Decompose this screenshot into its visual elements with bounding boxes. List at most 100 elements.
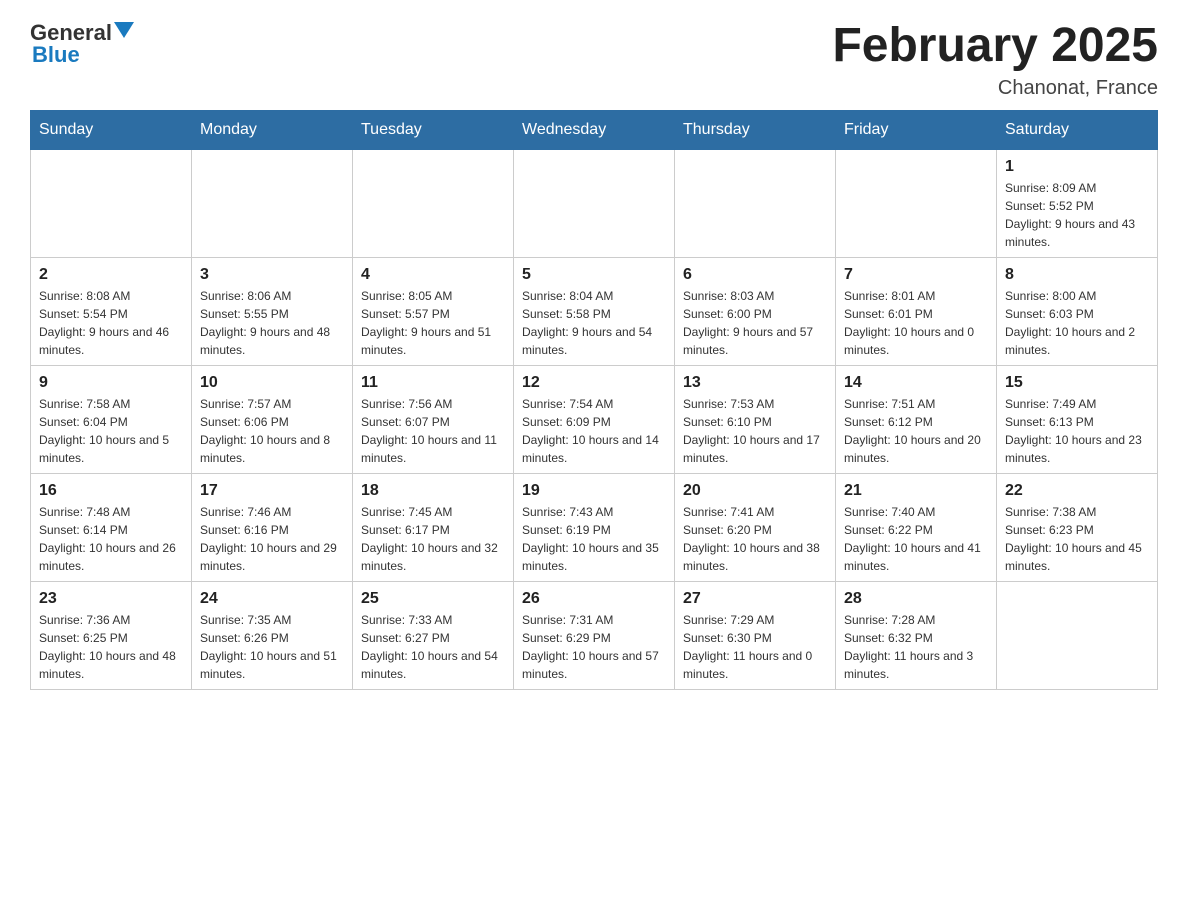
header-day-saturday: Saturday <box>997 110 1158 149</box>
header-day-sunday: Sunday <box>31 110 192 149</box>
calendar-cell: 22 Sunrise: 7:38 AMSunset: 6:23 PMDayligh… <box>997 473 1158 581</box>
header-day-thursday: Thursday <box>675 110 836 149</box>
day-info: Sunrise: 7:51 AMSunset: 6:12 PMDaylight:… <box>844 395 988 467</box>
day-number: 14 <box>844 374 988 392</box>
day-info: Sunrise: 7:58 AMSunset: 6:04 PMDaylight:… <box>39 395 183 467</box>
day-number: 17 <box>200 482 344 500</box>
day-info: Sunrise: 8:09 AMSunset: 5:52 PMDaylight:… <box>1005 179 1149 251</box>
day-info: Sunrise: 8:06 AMSunset: 5:55 PMDaylight:… <box>200 287 344 359</box>
calendar-cell <box>836 149 997 257</box>
day-info: Sunrise: 8:08 AMSunset: 5:54 PMDaylight:… <box>39 287 183 359</box>
calendar-cell: 18Sunrise: 7:45 AMSunset: 6:17 PMDayligh… <box>353 473 514 581</box>
calendar-cell: 26 Sunrise: 7:31 AMSunset: 6:29 PMDayligh… <box>514 581 675 689</box>
day-number: 15 <box>1005 374 1149 392</box>
calendar-cell: 27Sunrise: 7:29 AMSunset: 6:30 PMDayligh… <box>675 581 836 689</box>
calendar-week-row: 23 Sunrise: 7:36 AMSunset: 6:25 PMDayligh… <box>31 581 1158 689</box>
calendar-cell: 2 Sunrise: 8:08 AMSunset: 5:54 PMDaylight… <box>31 257 192 365</box>
calendar-cell <box>514 149 675 257</box>
day-number: 8 <box>1005 266 1149 284</box>
day-info: Sunrise: 7:33 AMSunset: 6:27 PMDaylight:… <box>361 611 505 683</box>
day-info: Sunrise: 7:53 AMSunset: 6:10 PMDaylight:… <box>683 395 827 467</box>
day-number: 16 <box>39 482 183 500</box>
calendar-cell: 14 Sunrise: 7:51 AMSunset: 6:12 PMDayligh… <box>836 365 997 473</box>
day-number: 4 <box>361 266 505 284</box>
day-number: 9 <box>39 374 183 392</box>
calendar-cell: 21 Sunrise: 7:40 AMSunset: 6:22 PMDayligh… <box>836 473 997 581</box>
day-info: Sunrise: 7:35 AMSunset: 6:26 PMDaylight:… <box>200 611 344 683</box>
calendar-cell: 1 Sunrise: 8:09 AMSunset: 5:52 PMDaylight… <box>997 149 1158 257</box>
day-number: 23 <box>39 590 183 608</box>
calendar-cell: 23 Sunrise: 7:36 AMSunset: 6:25 PMDayligh… <box>31 581 192 689</box>
title-area: February 2025 Chanonat, France <box>832 20 1158 100</box>
day-number: 22 <box>1005 482 1149 500</box>
day-info: Sunrise: 7:36 AMSunset: 6:25 PMDaylight:… <box>39 611 183 683</box>
day-info: Sunrise: 7:45 AMSunset: 6:17 PMDaylight:… <box>361 503 505 575</box>
calendar-cell: 20 Sunrise: 7:41 AMSunset: 6:20 PMDayligh… <box>675 473 836 581</box>
day-info: Sunrise: 7:43 AMSunset: 6:19 PMDaylight:… <box>522 503 666 575</box>
calendar-cell: 13 Sunrise: 7:53 AMSunset: 6:10 PMDayligh… <box>675 365 836 473</box>
header-day-friday: Friday <box>836 110 997 149</box>
day-info: Sunrise: 7:41 AMSunset: 6:20 PMDaylight:… <box>683 503 827 575</box>
logo-arrow-icon <box>114 22 134 40</box>
calendar-cell: 3 Sunrise: 8:06 AMSunset: 5:55 PMDaylight… <box>192 257 353 365</box>
day-number: 20 <box>683 482 827 500</box>
day-number: 1 <box>1005 158 1149 176</box>
day-number: 28 <box>844 590 988 608</box>
day-info: Sunrise: 8:05 AMSunset: 5:57 PMDaylight:… <box>361 287 505 359</box>
day-number: 3 <box>200 266 344 284</box>
calendar-table: SundayMondayTuesdayWednesdayThursdayFrid… <box>30 110 1158 690</box>
calendar-cell: 12 Sunrise: 7:54 AMSunset: 6:09 PMDayligh… <box>514 365 675 473</box>
calendar-cell: 19 Sunrise: 7:43 AMSunset: 6:19 PMDayligh… <box>514 473 675 581</box>
day-number: 5 <box>522 266 666 284</box>
day-number: 19 <box>522 482 666 500</box>
calendar-week-row: 9 Sunrise: 7:58 AMSunset: 6:04 PMDaylight… <box>31 365 1158 473</box>
day-info: Sunrise: 7:56 AMSunset: 6:07 PMDaylight:… <box>361 395 505 467</box>
day-number: 2 <box>39 266 183 284</box>
calendar-week-row: 2 Sunrise: 8:08 AMSunset: 5:54 PMDaylight… <box>31 257 1158 365</box>
day-info: Sunrise: 7:28 AMSunset: 6:32 PMDaylight:… <box>844 611 988 683</box>
day-info: Sunrise: 7:31 AMSunset: 6:29 PMDaylight:… <box>522 611 666 683</box>
day-number: 24 <box>200 590 344 608</box>
day-number: 26 <box>522 590 666 608</box>
day-number: 7 <box>844 266 988 284</box>
day-number: 12 <box>522 374 666 392</box>
header-day-tuesday: Tuesday <box>353 110 514 149</box>
calendar-cell: 24 Sunrise: 7:35 AMSunset: 6:26 PMDayligh… <box>192 581 353 689</box>
day-info: Sunrise: 7:48 AMSunset: 6:14 PMDaylight:… <box>39 503 183 575</box>
calendar-cell <box>997 581 1158 689</box>
page-header: General Blue February 2025 Chanonat, Fra… <box>30 20 1158 100</box>
calendar-cell: 6Sunrise: 8:03 AMSunset: 6:00 PMDaylight… <box>675 257 836 365</box>
calendar-cell: 8 Sunrise: 8:00 AMSunset: 6:03 PMDaylight… <box>997 257 1158 365</box>
calendar-cell <box>353 149 514 257</box>
day-info: Sunrise: 7:38 AMSunset: 6:23 PMDaylight:… <box>1005 503 1149 575</box>
day-number: 27 <box>683 590 827 608</box>
day-info: Sunrise: 7:40 AMSunset: 6:22 PMDaylight:… <box>844 503 988 575</box>
day-number: 25 <box>361 590 505 608</box>
calendar-cell: 16 Sunrise: 7:48 AMSunset: 6:14 PMDayligh… <box>31 473 192 581</box>
calendar-cell: 25 Sunrise: 7:33 AMSunset: 6:27 PMDayligh… <box>353 581 514 689</box>
day-number: 10 <box>200 374 344 392</box>
header-day-monday: Monday <box>192 110 353 149</box>
day-number: 6 <box>683 266 827 284</box>
calendar-cell: 11 Sunrise: 7:56 AMSunset: 6:07 PMDayligh… <box>353 365 514 473</box>
day-info: Sunrise: 7:54 AMSunset: 6:09 PMDaylight:… <box>522 395 666 467</box>
day-info: Sunrise: 8:01 AMSunset: 6:01 PMDaylight:… <box>844 287 988 359</box>
header-day-wednesday: Wednesday <box>514 110 675 149</box>
calendar-cell: 5 Sunrise: 8:04 AMSunset: 5:58 PMDaylight… <box>514 257 675 365</box>
logo: General Blue <box>30 20 134 68</box>
calendar-cell: 28 Sunrise: 7:28 AMSunset: 6:32 PMDayligh… <box>836 581 997 689</box>
logo-blue-text: Blue <box>32 42 80 68</box>
day-info: Sunrise: 8:04 AMSunset: 5:58 PMDaylight:… <box>522 287 666 359</box>
calendar-cell <box>31 149 192 257</box>
day-info: Sunrise: 7:46 AMSunset: 6:16 PMDaylight:… <box>200 503 344 575</box>
calendar-cell: 15Sunrise: 7:49 AMSunset: 6:13 PMDayligh… <box>997 365 1158 473</box>
day-number: 11 <box>361 374 505 392</box>
calendar-cell: 17 Sunrise: 7:46 AMSunset: 6:16 PMDayligh… <box>192 473 353 581</box>
calendar-header-row: SundayMondayTuesdayWednesdayThursdayFrid… <box>31 110 1158 149</box>
day-number: 13 <box>683 374 827 392</box>
calendar-cell <box>192 149 353 257</box>
month-title: February 2025 <box>832 20 1158 73</box>
day-number: 21 <box>844 482 988 500</box>
calendar-cell <box>675 149 836 257</box>
day-info: Sunrise: 8:00 AMSunset: 6:03 PMDaylight:… <box>1005 287 1149 359</box>
